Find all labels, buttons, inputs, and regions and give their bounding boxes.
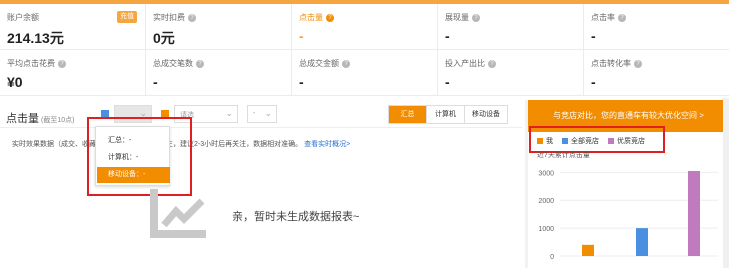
help-icon[interactable]: ? <box>472 13 480 22</box>
metric-conversion-rate[interactable]: 点击转化率? - <box>584 50 729 96</box>
click-comparison-chart: 3000 2000 1000 0 <box>538 170 718 261</box>
metric-balance: 账户余额 214.13元 充值 <box>0 4 146 50</box>
metric-label: 展现量 <box>445 13 469 22</box>
metric-value: - <box>591 28 596 44</box>
help-icon[interactable]: ? <box>488 59 496 68</box>
metric-label: 实时扣费 <box>153 13 185 22</box>
metric-avg-cpc: 平均点击花费? ¥0 <box>0 50 146 96</box>
help-icon[interactable]: ? <box>326 13 334 22</box>
metric-total-orders[interactable]: 总成交笔数? - <box>146 50 292 96</box>
metric-select-3[interactable]: - ⌄ <box>247 105 277 123</box>
metric-impressions[interactable]: 展现量? - <box>438 4 584 50</box>
metric-realtime-cost: 实时扣费? 0元 <box>146 4 292 50</box>
metric-total-amount[interactable]: 总成交金额? - <box>292 50 438 96</box>
chevron-down-icon: ⌄ <box>264 108 272 118</box>
section-title-text: 点击量 <box>6 113 39 125</box>
metric-value: - <box>591 74 596 90</box>
metric-value: 0元 <box>153 30 175 46</box>
metric-value: 214.13元 <box>7 30 64 46</box>
bar-best-competitors[interactable] <box>688 170 700 256</box>
recharge-button[interactable]: 充值 <box>117 11 137 23</box>
help-icon[interactable]: ? <box>196 59 204 68</box>
metric-value: - <box>153 74 158 90</box>
help-icon[interactable]: ? <box>342 59 350 68</box>
chevron-down-icon: ⌄ <box>225 108 233 118</box>
bar-me[interactable] <box>582 244 594 256</box>
help-icon[interactable]: ? <box>618 13 626 22</box>
realtime-overview-link[interactable]: 查看实时概况> <box>304 141 350 148</box>
annotation-box-legend <box>529 126 665 153</box>
metric-clicks[interactable]: 点击量? - <box>292 4 438 50</box>
metric-ctr[interactable]: 点击率? - <box>584 4 729 50</box>
metric-label: 平均点击花费 <box>7 59 55 68</box>
tab-summary[interactable]: 汇总 <box>389 106 427 123</box>
metric-value: - <box>299 74 304 90</box>
metric-roi[interactable]: 投入产出比? - <box>438 50 584 96</box>
dropdown-value: - <box>253 110 256 117</box>
y-tick-label: 1000 <box>538 226 554 233</box>
metric-value: - <box>445 28 450 44</box>
empty-state-message: 亲，暂时未生成数据报表~ <box>232 211 360 223</box>
metric-value: ¥0 <box>7 74 23 90</box>
empty-chart-icon <box>150 189 206 238</box>
metric-label: 点击量 <box>299 13 323 22</box>
device-tabs: 汇总 计算机 移动设备 <box>388 105 508 124</box>
help-icon[interactable]: ? <box>188 13 196 22</box>
metrics-grid: 账户余额 214.13元 充值 实时扣费? 0元 点击量? - 展现量? - 点… <box>0 4 729 98</box>
metric-label: 点击率 <box>591 13 615 22</box>
y-tick-label: 2000 <box>538 198 554 205</box>
help-icon[interactable]: ? <box>634 59 642 68</box>
y-tick-label: 3000 <box>538 170 554 177</box>
metric-label: 总成交金额 <box>299 59 339 68</box>
metric-value: - <box>299 28 304 44</box>
scrollbar[interactable] <box>723 98 729 268</box>
metric-label: 总成交笔数 <box>153 59 193 68</box>
help-icon[interactable]: ? <box>58 59 66 68</box>
metric-label: 投入产出比 <box>445 59 485 68</box>
y-tick-label: 0 <box>550 254 554 261</box>
bar-all-competitors[interactable] <box>636 228 648 256</box>
tab-mobile[interactable]: 移动设备 <box>465 106 507 123</box>
section-subtitle: (截至10点) <box>41 117 75 124</box>
tab-computer[interactable]: 计算机 <box>427 106 465 123</box>
section-title: 点击量 (截至10点) <box>6 110 74 126</box>
metric-value: - <box>445 74 450 90</box>
metric-label: 点击转化率 <box>591 59 631 68</box>
